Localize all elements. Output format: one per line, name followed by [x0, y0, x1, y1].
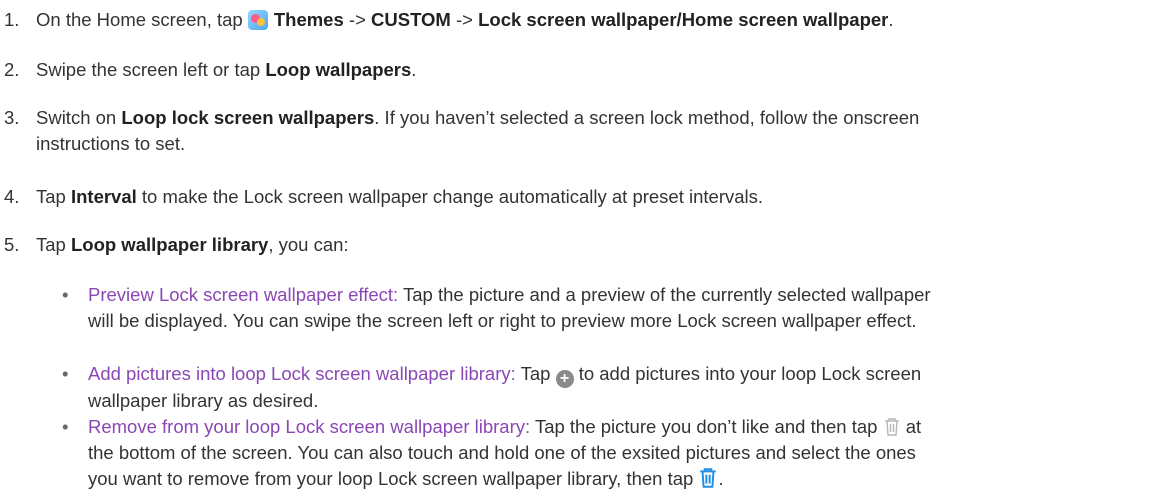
step-text-part: to make the Lock screen wallpaper change…	[136, 186, 764, 207]
step-number: 1.	[4, 9, 20, 30]
bullet-text: Remove from your loop Lock screen wallpa…	[88, 414, 1154, 492]
bullet-text-part: wallpaper library as desired.	[88, 390, 319, 411]
custom-label: CUSTOM	[371, 9, 451, 30]
loop-wallpapers-label: Loop wallpapers	[265, 59, 412, 80]
bullet-marker: •	[62, 363, 69, 384]
bullet-title: Add pictures into loop Lock screen wallp…	[88, 363, 516, 384]
step-text-part: On the Home screen, tap	[36, 9, 248, 30]
bullet-text-part: to add pictures into your loop Lock scre…	[573, 363, 922, 384]
step-text-part: Swipe the screen left or tap	[36, 59, 266, 80]
loop-wallpaper-library-label: Loop wallpaper library	[70, 234, 269, 255]
bullet-text-part: Tap the picture and a preview of the cur…	[398, 284, 931, 305]
step-text: Switch on Loop lock screen wallpapers. I…	[36, 105, 1154, 157]
step-text-part: Tap	[36, 234, 71, 255]
bullet-text: Preview Lock screen wallpaper effect: Ta…	[88, 282, 1154, 334]
step-number: 4.	[4, 186, 20, 207]
bullet-text-part: the bottom of the screen. You can also t…	[88, 442, 916, 463]
home-screen-wallpaper-label: Home screen wallpaper	[681, 9, 889, 30]
bullet-text: Add pictures into loop Lock screen wallp…	[88, 361, 1154, 414]
step-text-part: . If you haven’t selected a screen lock …	[374, 107, 920, 128]
interval-label: Interval	[70, 186, 137, 207]
arrow-separator: ->	[450, 9, 479, 30]
instructions-document: 1. On the Home screen, tap Themes -> CUS…	[0, 0, 1160, 494]
step-number: 5.	[4, 234, 20, 255]
bullet-text-part: Tap	[515, 363, 556, 384]
step-text-part: .	[888, 9, 894, 30]
step-text-part: .	[411, 59, 417, 80]
step-number: 2.	[4, 59, 20, 80]
arrow-separator: ->	[343, 9, 372, 30]
lock-screen-wallpaper-label: Lock screen wallpaper	[478, 9, 677, 30]
step-text-part: Tap	[36, 186, 71, 207]
trash-icon	[884, 418, 899, 436]
bullet-marker: •	[62, 284, 69, 305]
step-text: Swipe the screen left or tap Loop wallpa…	[36, 57, 1154, 83]
bullet-text-part: .	[718, 468, 724, 489]
bullet-text-part: Tap the picture you don’t like and then …	[530, 416, 883, 437]
themes-label: Themes	[273, 9, 344, 30]
step-text: Tap Interval to make the Lock screen wal…	[36, 184, 1154, 210]
bullet-text-part: will be displayed. You can swipe the scr…	[88, 310, 917, 331]
plus-circle-icon: +	[555, 370, 574, 388]
step-text-part: , you can:	[268, 234, 349, 255]
themes-app-icon	[247, 10, 268, 30]
bullet-text-part: you want to remove from your loop Lock s…	[88, 468, 699, 489]
step-text: Tap Loop wallpaper library, you can:	[36, 232, 1154, 258]
trash-icon	[700, 468, 717, 488]
step-text: On the Home screen, tap Themes -> CUSTOM…	[36, 7, 1154, 33]
step-text-part: Switch on	[36, 107, 122, 128]
bullet-marker: •	[62, 416, 69, 437]
bullet-title: Preview Lock screen wallpaper effect:	[88, 284, 399, 305]
step-text-part: instructions to set.	[36, 133, 186, 154]
bullet-title: Remove from your loop Lock screen wallpa…	[88, 416, 531, 437]
loop-lock-screen-wallpapers-label: Loop lock screen wallpapers	[121, 107, 375, 128]
step-number: 3.	[4, 107, 20, 128]
bullet-text-part: at	[900, 416, 922, 437]
